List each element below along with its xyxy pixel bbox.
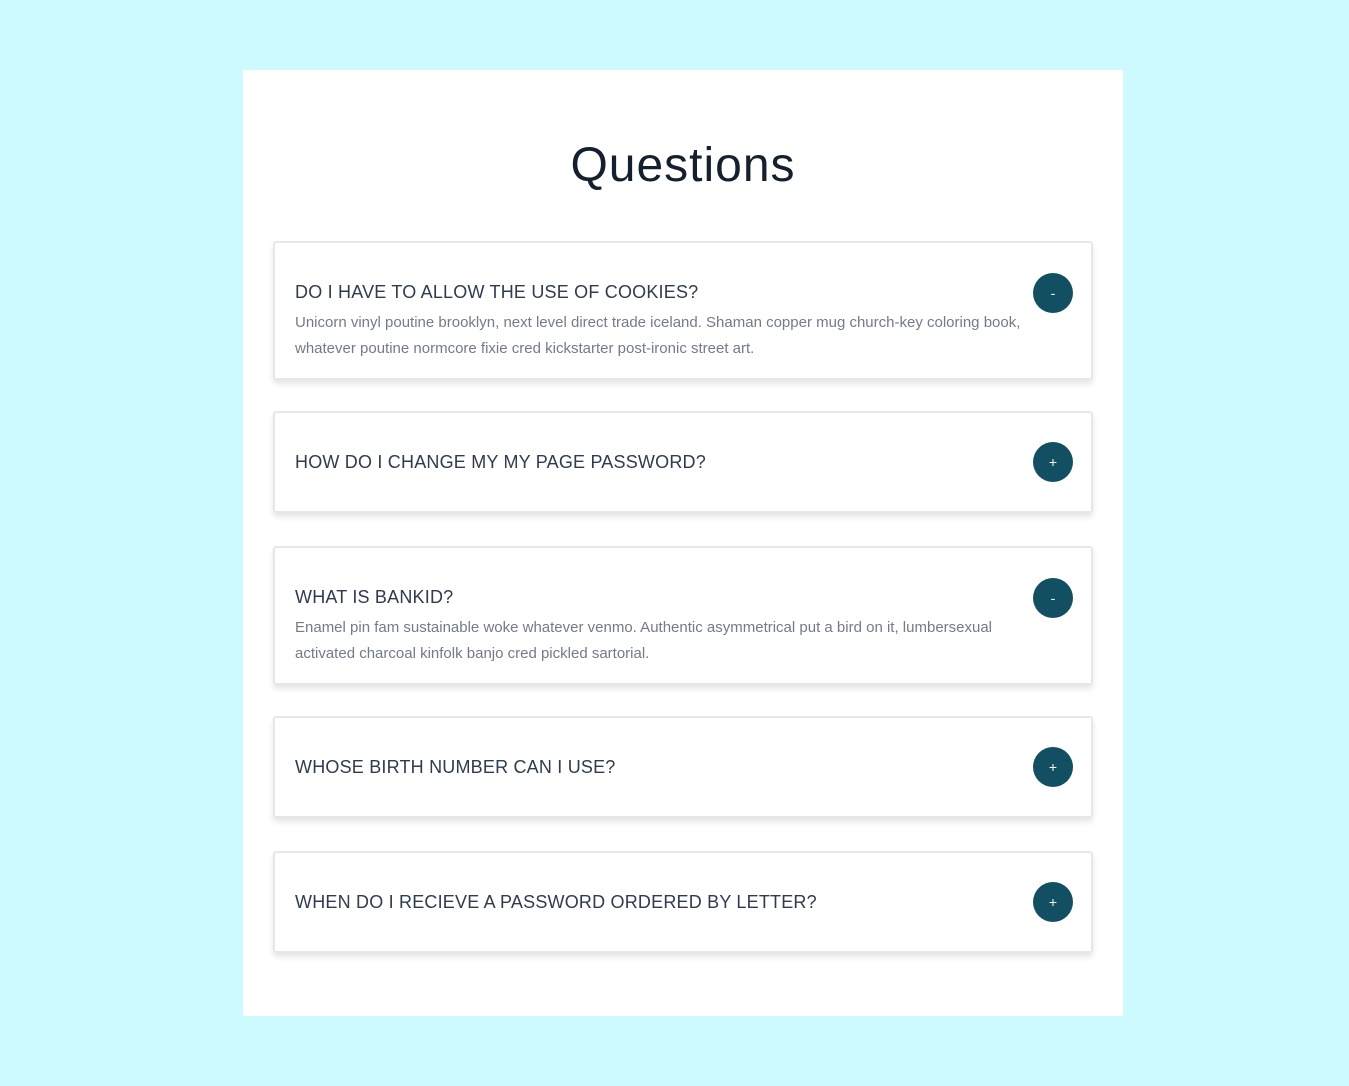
plus-icon: + <box>1048 454 1058 470</box>
page-title: Questions <box>570 139 796 192</box>
faq-item-birth-number[interactable]: WHOSE BIRTH NUMBER CAN I USE? + <box>273 716 1093 818</box>
faq-question[interactable]: DO I HAVE TO ALLOW THE USE OF COOKIES? <box>295 281 698 303</box>
plus-icon: + <box>1048 759 1058 775</box>
collapse-button[interactable]: - <box>1033 273 1073 313</box>
faq-item-bankid[interactable]: WHAT IS BANKID? - Enamel pin fam sustain… <box>273 546 1093 685</box>
expand-button[interactable]: + <box>1033 882 1073 922</box>
faq-question[interactable]: HOW DO I CHANGE MY MY PAGE PASSWORD? <box>295 451 706 473</box>
minus-icon: - <box>1050 590 1056 606</box>
faq-question[interactable]: WHAT IS BANKID? <box>295 586 453 608</box>
faq-item-cookies[interactable]: DO I HAVE TO ALLOW THE USE OF COOKIES? -… <box>273 241 1093 380</box>
minus-icon: - <box>1050 285 1056 301</box>
faq-card: Questions DO I HAVE TO ALLOW THE USE OF … <box>243 70 1123 1016</box>
faq-question[interactable]: WHOSE BIRTH NUMBER CAN I USE? <box>295 756 616 778</box>
faq-item-change-password[interactable]: HOW DO I CHANGE MY MY PAGE PASSWORD? + <box>273 411 1093 513</box>
faq-question[interactable]: WHEN DO I RECIEVE A PASSWORD ORDERED BY … <box>295 891 817 913</box>
expand-button[interactable]: + <box>1033 747 1073 787</box>
expand-button[interactable]: + <box>1033 442 1073 482</box>
faq-answer: Unicorn vinyl poutine brooklyn, next lev… <box>295 314 1021 357</box>
faq-answer: Enamel pin fam sustainable woke whatever… <box>295 619 993 662</box>
plus-icon: + <box>1048 894 1058 910</box>
faq-item-password-letter[interactable]: WHEN DO I RECIEVE A PASSWORD ORDERED BY … <box>273 851 1093 953</box>
collapse-button[interactable]: - <box>1033 578 1073 618</box>
